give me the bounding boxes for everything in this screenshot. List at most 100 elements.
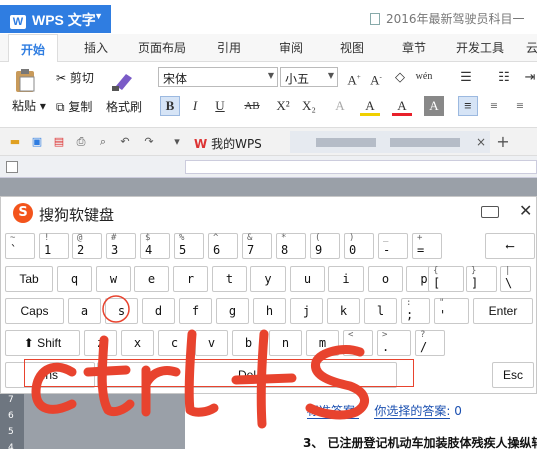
key-1[interactable]: ! 1 bbox=[39, 233, 69, 259]
undo-icon[interactable]: ↶ bbox=[118, 135, 132, 149]
tab-references[interactable]: 引用 bbox=[217, 39, 241, 56]
tab-cloud[interactable]: 云 bbox=[526, 39, 537, 56]
key-e[interactable]: e bbox=[134, 266, 169, 292]
underline-button[interactable]: U bbox=[210, 96, 230, 116]
paste-button[interactable]: 粘贴 ▾ bbox=[12, 97, 46, 114]
phonetic-icon[interactable]: wén bbox=[414, 67, 434, 87]
highlight-button[interactable]: A bbox=[360, 96, 380, 116]
key-o[interactable]: o bbox=[368, 266, 403, 292]
strikethrough-button[interactable]: AB bbox=[240, 96, 264, 116]
key-n[interactable]: n bbox=[269, 330, 302, 356]
key-w[interactable]: w bbox=[96, 266, 131, 292]
tab-view[interactable]: 视图 bbox=[340, 39, 364, 56]
key-j[interactable]: j bbox=[290, 298, 323, 324]
font-size-select[interactable]: 小五 ▼ bbox=[280, 67, 338, 87]
key-c[interactable]: c bbox=[158, 330, 191, 356]
key-tab[interactable]: Tab bbox=[5, 266, 53, 292]
char-shading-icon[interactable]: A bbox=[424, 96, 444, 116]
key-h[interactable]: h bbox=[253, 298, 286, 324]
grow-font-icon[interactable]: A+ bbox=[344, 67, 364, 87]
format-painter-icon[interactable] bbox=[110, 68, 136, 92]
bullet-list-icon[interactable]: ☰ bbox=[456, 67, 476, 87]
document-tab-active[interactable] bbox=[290, 131, 490, 153]
key-9[interactable]: (9 bbox=[310, 233, 340, 259]
key-r[interactable]: r bbox=[173, 266, 208, 292]
key-f[interactable]: f bbox=[179, 298, 212, 324]
tab-developer[interactable]: 开发工具 bbox=[456, 39, 504, 56]
key-shift[interactable]: ⬆ Shift bbox=[5, 330, 80, 356]
new-tab-button[interactable]: + bbox=[496, 134, 510, 150]
tab-insert[interactable]: 插入 bbox=[84, 39, 108, 56]
key-6[interactable]: ^ 6 bbox=[208, 233, 238, 259]
copy-button[interactable]: ⧉ 复制 bbox=[56, 98, 92, 115]
key-v[interactable]: v bbox=[195, 330, 228, 356]
indent-icon[interactable]: ⇥ bbox=[520, 67, 537, 87]
key-symbol[interactable]: :; bbox=[401, 298, 430, 324]
save-icon[interactable]: ▣ bbox=[30, 135, 44, 149]
align-left-icon[interactable]: ≡ bbox=[458, 96, 478, 116]
italic-button[interactable]: I bbox=[185, 96, 205, 116]
key-symbol[interactable]: | \ bbox=[500, 266, 531, 292]
key-q[interactable]: q bbox=[57, 266, 92, 292]
key-a[interactable]: a bbox=[68, 298, 101, 324]
key-esc[interactable]: Esc bbox=[492, 362, 534, 388]
export-pdf-icon[interactable]: ▤ bbox=[52, 135, 66, 149]
key-y[interactable]: y bbox=[250, 266, 286, 292]
align-right-icon[interactable]: ≡ bbox=[510, 96, 530, 116]
key-8[interactable]: * 8 bbox=[276, 233, 306, 259]
key-symbol[interactable]: {[ bbox=[428, 266, 464, 292]
key-b[interactable]: b bbox=[232, 330, 265, 356]
redo-icon[interactable]: ↷ bbox=[142, 135, 156, 149]
chevron-down-icon[interactable]: ▾ bbox=[170, 135, 184, 149]
key-l[interactable]: l bbox=[364, 298, 397, 324]
subscript-button[interactable]: X₂ bbox=[298, 96, 320, 116]
key-5[interactable]: % 5 bbox=[174, 233, 204, 259]
key-g[interactable]: g bbox=[216, 298, 249, 324]
clear-format-icon[interactable]: ◇ bbox=[390, 67, 410, 87]
font-color-button[interactable]: A bbox=[392, 96, 412, 116]
key-7[interactable]: & 7 bbox=[242, 233, 272, 259]
cut-button[interactable]: ✂ 剪切 bbox=[56, 69, 94, 86]
key-k[interactable]: k bbox=[327, 298, 360, 324]
key-t[interactable]: t bbox=[212, 266, 247, 292]
key-symbol[interactable]: >. bbox=[377, 330, 411, 356]
key-symbol[interactable]: + = bbox=[412, 233, 442, 259]
keyboard-icon[interactable] bbox=[481, 206, 499, 218]
tab-review[interactable]: 审阅 bbox=[279, 39, 303, 56]
key-symbol[interactable]: _ - bbox=[378, 233, 408, 259]
key-i[interactable]: i bbox=[328, 266, 364, 292]
text-effect-icon[interactable]: A bbox=[330, 96, 350, 116]
key-d[interactable]: d bbox=[142, 298, 175, 324]
app-menu-button[interactable]: W WPS 文字 ▼ bbox=[0, 5, 111, 33]
paste-icon[interactable] bbox=[12, 68, 38, 94]
key-symbol[interactable]: ⟵ bbox=[485, 233, 535, 259]
key-m[interactable]: m bbox=[306, 330, 339, 356]
close-tab-icon[interactable]: × bbox=[474, 135, 488, 149]
numbered-list-icon[interactable]: ☷ bbox=[494, 67, 514, 87]
tab-chapter[interactable]: 章节 bbox=[402, 39, 426, 56]
tab-home[interactable]: 开始 bbox=[8, 34, 59, 63]
key-x[interactable]: x bbox=[121, 330, 154, 356]
key-enter[interactable]: Enter bbox=[473, 298, 533, 324]
key-caps[interactable]: Caps bbox=[5, 298, 64, 324]
key-z[interactable]: z bbox=[84, 330, 117, 356]
key-3[interactable]: #3 bbox=[106, 233, 136, 259]
key-symbol[interactable]: ? / bbox=[415, 330, 445, 356]
key-symbol[interactable]: " ' bbox=[434, 298, 469, 324]
format-painter-button[interactable]: 格式刷 bbox=[106, 98, 142, 115]
shrink-font-icon[interactable]: A- bbox=[366, 67, 386, 87]
print-preview-icon[interactable]: ⌕ bbox=[96, 135, 110, 149]
folder-icon[interactable]: ▬ bbox=[8, 135, 22, 149]
tab-page-layout[interactable]: 页面布局 bbox=[138, 39, 186, 56]
key-s[interactable]: s bbox=[105, 298, 138, 324]
font-name-select[interactable]: 宋体 ▼ bbox=[158, 67, 278, 87]
key-u[interactable]: u bbox=[290, 266, 325, 292]
tab-my-wps[interactable]: W 我的WPS bbox=[188, 130, 268, 156]
key-symbol[interactable]: <, bbox=[343, 330, 373, 356]
close-icon[interactable]: ✕ bbox=[519, 201, 532, 220]
key-0[interactable]: ) 0 bbox=[344, 233, 374, 259]
key-2[interactable]: @2 bbox=[72, 233, 102, 259]
key-symbol[interactable]: ~ ` bbox=[5, 233, 35, 259]
tab-selector[interactable] bbox=[6, 161, 18, 173]
print-icon[interactable]: ⎙ bbox=[74, 135, 88, 149]
